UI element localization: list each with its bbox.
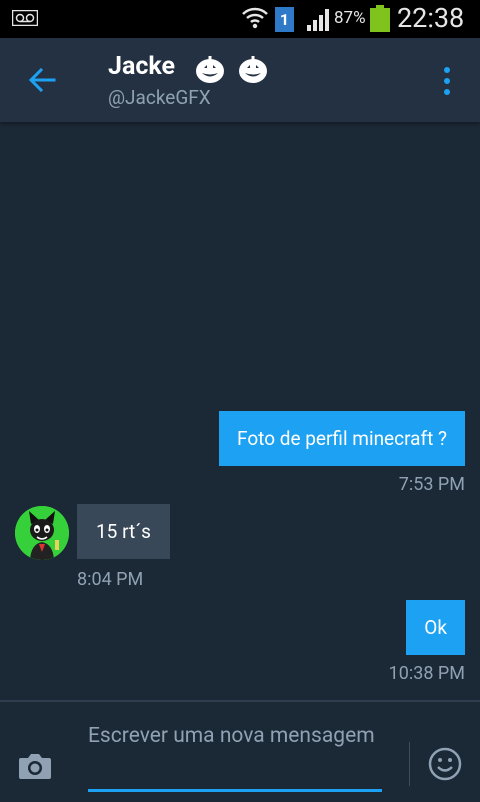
conversation-header: Jacke @JackeGFX bbox=[0, 38, 480, 122]
message-composer bbox=[0, 700, 480, 802]
pumpkin-emojis bbox=[195, 53, 275, 89]
avatar[interactable] bbox=[15, 506, 69, 560]
camera-icon[interactable] bbox=[18, 752, 52, 780]
back-arrow-icon[interactable] bbox=[24, 62, 60, 98]
outgoing-message[interactable]: Ok bbox=[406, 600, 465, 655]
voicemail-icon bbox=[11, 9, 39, 30]
message-timestamp: 10:38 PM bbox=[388, 663, 465, 684]
battery-icon bbox=[370, 5, 390, 32]
input-underline bbox=[88, 789, 382, 792]
status-bar: 1 87% 22:38 bbox=[0, 0, 480, 38]
contact-handle: @JackeGFX bbox=[108, 86, 211, 109]
pumpkin-icon bbox=[239, 56, 267, 83]
message-timestamp: 8:04 PM bbox=[77, 569, 144, 590]
pumpkin-icon bbox=[196, 56, 224, 83]
emoji-icon[interactable] bbox=[428, 747, 462, 781]
outgoing-message[interactable]: Foto de perfil minecraft ? bbox=[219, 411, 465, 466]
overflow-menu-icon[interactable] bbox=[434, 64, 460, 98]
signal-icon bbox=[307, 7, 333, 35]
battery-percent: 87% bbox=[334, 8, 366, 28]
message-input[interactable] bbox=[88, 722, 382, 792]
contact-name: Jacke bbox=[108, 52, 175, 81]
message-timestamp: 7:53 PM bbox=[398, 474, 465, 495]
incoming-message[interactable]: 15 rt´s bbox=[77, 504, 170, 559]
composer-divider bbox=[409, 742, 410, 786]
sim-indicator: 1 bbox=[275, 7, 294, 32]
wifi-icon bbox=[241, 4, 269, 36]
status-clock: 22:38 bbox=[397, 2, 465, 34]
